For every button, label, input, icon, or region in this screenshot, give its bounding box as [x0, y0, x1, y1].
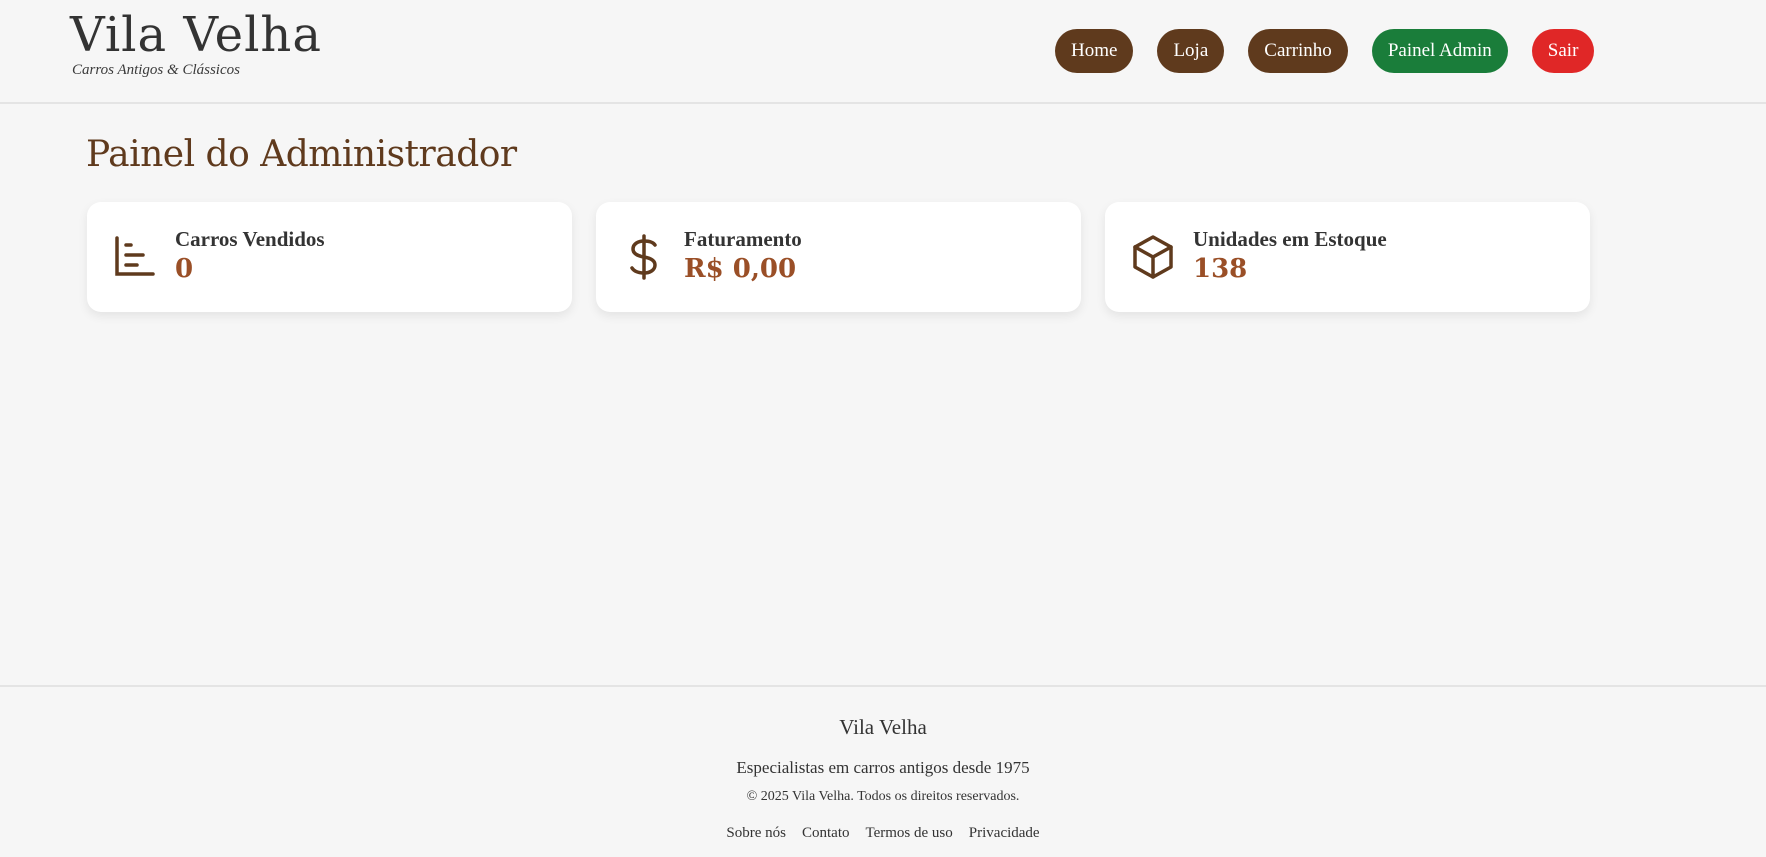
main-nav: Home Loja Carrinho Painel Admin Sair [1055, 29, 1595, 73]
footer-copyright: © 2025 Vila Velha. Todos os direitos res… [746, 789, 1020, 804]
bar-chart-icon [113, 233, 157, 281]
stat-label: Carros Vendidos [175, 226, 325, 251]
nav-carrinho-button[interactable]: Carrinho [1248, 29, 1348, 73]
stat-value: 0 [175, 253, 194, 284]
brand-logo[interactable]: Vila Velha Carros Antigos & Clássicos [70, 10, 322, 79]
stats-cards: Carros Vendidos 0 Faturamento R$ 0,00 Un… [87, 202, 1590, 312]
stat-label: Unidades em Estoque [1193, 226, 1387, 251]
footer-tagline: Especialistas em carros antigos desde 19… [736, 758, 1030, 777]
dollar-icon [622, 233, 666, 281]
nav-loja-button[interactable]: Loja [1157, 29, 1225, 73]
footer-link-privacidade[interactable]: Privacidade [969, 825, 1040, 842]
nav-painel-admin-button[interactable]: Painel Admin [1371, 29, 1508, 73]
stat-card-unidades-estoque: Unidades em Estoque 138 [1105, 202, 1590, 312]
footer-links: Sobre nós Contato Termos de uso Privacid… [0, 825, 1766, 842]
stat-value: R$ 0,00 [684, 253, 797, 284]
footer-link-termos[interactable]: Termos de uso [866, 825, 953, 842]
brand-tagline: Carros Antigos & Clássicos [72, 62, 240, 79]
stat-card-carros-vendidos: Carros Vendidos 0 [87, 202, 572, 312]
footer-brand: Vila Velha [839, 715, 927, 739]
footer-link-contato[interactable]: Contato [802, 825, 850, 842]
stat-label: Faturamento [684, 226, 802, 251]
footer-link-sobre[interactable]: Sobre nós [726, 825, 786, 842]
nav-home-button[interactable]: Home [1055, 29, 1134, 73]
site-header: Vila Velha Carros Antigos & Clássicos Ho… [0, 0, 1766, 104]
stat-card-faturamento: Faturamento R$ 0,00 [596, 202, 1081, 312]
brand-title: Vila Velha [70, 7, 322, 63]
nav-sair-button[interactable]: Sair [1531, 29, 1595, 73]
box-icon [1131, 233, 1175, 281]
site-footer: Vila Velha Especialistas em carros antig… [0, 685, 1766, 857]
stat-value: 138 [1193, 253, 1248, 284]
page-title: Painel do Administrador [86, 134, 517, 175]
